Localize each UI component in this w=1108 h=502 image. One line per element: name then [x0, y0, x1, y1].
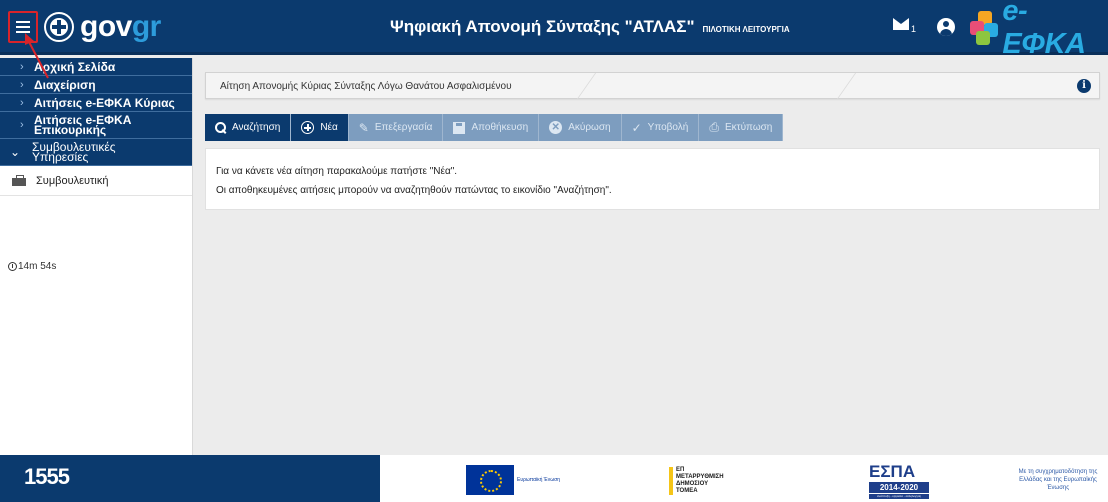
info-icon[interactable]: i [1077, 79, 1091, 93]
instruction-search: Οι αποθηκευμένες αιτήσεις μπορούν να ανα… [216, 185, 612, 196]
pilot-label: ΠΙΛΟΤΙΚΗ ΛΕΙΤΟΥΡΓΙΑ [702, 25, 790, 34]
session-timer: 14m 54s [8, 261, 56, 272]
sidebar: › Αρχική Σελίδα › Διαχείριση › Αιτήσεις … [0, 58, 193, 455]
efka-logo-icon [970, 11, 999, 45]
page-title: Ψηφιακή Απονομή Σύνταξης "ΑΤΛΑΣ" ΠΙΛΟΤΙΚ… [390, 17, 790, 39]
chevron-right-icon: › [20, 119, 24, 131]
instructions-panel: Για να κάνετε νέα αίτηση παρακαλούμε πατ… [205, 148, 1100, 210]
instruction-new: Για να κάνετε νέα αίτηση παρακαλούμε πατ… [216, 166, 458, 177]
check-icon: ✓ [631, 120, 642, 135]
sidebar-subitem-advisory[interactable]: Συμβουλευτική [0, 166, 192, 196]
eu-logo: Ευρωπαϊκή Ένωση [466, 465, 560, 495]
pencil-icon: ✎ [358, 120, 369, 135]
cancel-button[interactable]: ✕ Ακύρωση [539, 114, 622, 141]
plus-circle-icon [301, 121, 315, 134]
briefcase-icon [12, 175, 26, 186]
sidebar-item-main-applications[interactable]: › Αιτήσεις e-ΕΦΚΑ Κύριας [0, 94, 192, 112]
messages-button[interactable]: 1 [893, 18, 917, 36]
menu-toggle-button[interactable] [8, 11, 38, 43]
helpline-number: 1555 [24, 464, 70, 489]
greek-cross-icon [44, 12, 74, 42]
edit-button[interactable]: ✎ Επεξεργασία [348, 114, 444, 141]
chevron-right-icon: › [20, 96, 24, 109]
sidebar-item-management[interactable]: › Διαχείριση [0, 76, 192, 94]
footer: 1555 Ευρωπαϊκή Ένωση ΕΠ ΜΕΤΑΡΡΥΘΜΙΣΗ ΔΗΜ… [0, 455, 1108, 502]
printer-icon: ⎙ [709, 120, 719, 134]
floppy-icon [453, 121, 466, 134]
public-sector-reform-logo: ΕΠ ΜΕΤΑΡΡΥΘΜΙΣΗ ΔΗΜΟΣΙΟΥ ΤΟΜΕΑ [669, 467, 729, 495]
sidebar-item-supplementary-applications[interactable]: › Αιτήσεις e-ΕΦΚΑ Επικουρικής [0, 112, 192, 139]
form-title-bar: Αίτηση Απονομής Κύριας Σύνταξης Λόγω Θαν… [205, 72, 1100, 99]
espa-logo: ΕΣΠΑ 2014-2020 ανάπτυξη - εργασία - αλλη… [869, 463, 929, 499]
close-circle-icon: ✕ [549, 121, 563, 134]
eu-flag-icon [466, 465, 514, 495]
app-title: Ψηφιακή Απονομή Σύνταξης "ΑΤΛΑΣ" [390, 17, 695, 36]
chevron-down-icon: ⌄ [10, 145, 21, 159]
new-button[interactable]: Νέα [291, 114, 349, 141]
user-account-icon[interactable] [937, 18, 955, 36]
mail-icon [893, 18, 909, 30]
cofunding-note: Με τη συγχρηματοδότηση της Ελλάδας και τ… [1018, 469, 1098, 491]
chevron-right-icon: › [20, 60, 24, 73]
search-button[interactable]: Αναζήτηση [205, 114, 292, 141]
form-title: Αίτηση Απονομής Κύριας Σύνταξης Λόγω Θαν… [220, 81, 512, 92]
efka-logo[interactable]: e-ΕΦΚΑ [970, 0, 1108, 60]
top-header: govgr Ψηφιακή Απονομή Σύνταξης "ΑΤΛΑΣ" Π… [0, 0, 1108, 60]
hamburger-icon [16, 21, 30, 23]
mail-count: 1 [911, 24, 917, 34]
sidebar-item-advisory-services[interactable]: ⌄ Συμβουλευτικές Υπηρεσίες [0, 139, 192, 166]
print-button[interactable]: ⎙ Εκτύπωση [699, 114, 784, 141]
submit-button[interactable]: ✓ Υποβολή [621, 114, 700, 141]
save-button[interactable]: Αποθήκευση [443, 114, 540, 141]
govgr-logo[interactable]: govgr [44, 10, 161, 44]
timer-icon [8, 262, 17, 271]
action-toolbar: Αναζήτηση Νέα ✎ Επεξεργασία Αποθήκευση ✕… [205, 114, 784, 141]
chevron-right-icon: › [20, 78, 24, 91]
sidebar-item-home[interactable]: › Αρχική Σελίδα [0, 58, 192, 76]
search-icon [215, 122, 226, 133]
